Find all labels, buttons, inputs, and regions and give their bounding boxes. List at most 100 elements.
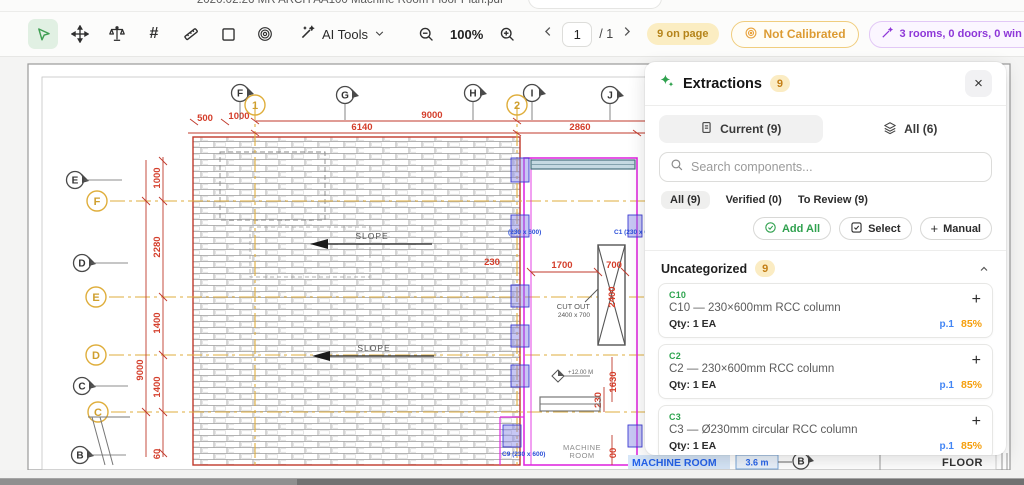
ai-tools-button[interactable]: AI Tools: [299, 24, 385, 44]
component-card[interactable]: C3 C3 — Ø230mm circular RCC column Qty: …: [658, 405, 993, 455]
select-label: Select: [868, 222, 901, 235]
component-confidence: 85%: [960, 379, 982, 391]
svg-text:F: F: [237, 89, 243, 100]
search-icon: [670, 158, 684, 177]
col-label-1: (230 x 600): [508, 229, 541, 236]
titlebar-search-pill[interactable]: [528, 0, 662, 9]
dim-9000-left: 9000: [135, 359, 146, 380]
svg-text:ROOM: ROOM: [569, 451, 594, 460]
tab-all-label: All (6): [904, 122, 938, 136]
rooms-detection-badge[interactable]: 3 rooms, 0 doors, 0 win ×: [868, 20, 1024, 48]
zoom-out-button[interactable]: [411, 19, 441, 49]
scale-calibrate-button[interactable]: [102, 19, 132, 49]
dim-1630: 1630: [608, 371, 619, 392]
component-confidence: 85%: [960, 440, 982, 452]
scale-balance-icon: [108, 25, 126, 43]
hash-icon: #: [149, 25, 159, 42]
section-count-badge: 9: [755, 260, 776, 277]
dim-2400: 2400: [607, 286, 618, 307]
slope-label-1: SLOPE: [355, 231, 388, 241]
bottom-gap: [0, 470, 1024, 478]
dim-1700: 1700: [551, 260, 572, 271]
svg-text:G: G: [341, 91, 349, 102]
component-card[interactable]: C10 C10 — 230×600mm RCC column Qty: 1 EA…: [658, 283, 993, 338]
action-row: Add All Select + Manual: [645, 209, 1006, 251]
add-all-button[interactable]: Add All: [752, 217, 832, 240]
component-page[interactable]: p.1: [940, 380, 954, 391]
component-page[interactable]: p.1: [940, 319, 954, 330]
rooms-badge-label: 3 rooms, 0 doors, 0 win: [899, 28, 1022, 40]
add-component-button[interactable]: +: [972, 292, 981, 308]
filter-verified[interactable]: Verified (0): [726, 194, 782, 206]
dim-230-b: 230: [593, 392, 604, 408]
check-circle-icon: [764, 221, 777, 237]
section-title: Uncategorized: [661, 261, 748, 276]
filter-to-review[interactable]: To Review (9): [798, 194, 868, 206]
add-component-button[interactable]: +: [972, 414, 981, 430]
component-qty: Qty: 1 EA: [669, 440, 717, 452]
svg-text:D: D: [78, 259, 85, 270]
not-calibrated-badge[interactable]: Not Calibrated: [730, 20, 859, 48]
component-list: C10 C10 — 230×600mm RCC column Qty: 1 EA…: [645, 283, 1006, 455]
page-number-input[interactable]: [562, 21, 593, 47]
filter-row: All (9) Verified (0) To Review (9): [645, 182, 1006, 209]
tab-current-label: Current (9): [720, 122, 782, 136]
component-desc: C10 — 230×600mm RCC column: [669, 302, 841, 314]
add-all-label: Add All: [781, 222, 821, 235]
component-code: C3: [669, 412, 681, 422]
dim-2280: 2280: [152, 236, 163, 257]
target-tool-button[interactable]: [250, 19, 280, 49]
cutout-text-2: 2400 x 700: [558, 312, 591, 319]
dim-700: 700: [606, 260, 622, 271]
room-area-label: 3.6 m: [745, 458, 768, 468]
ai-tools-label: AI Tools: [322, 26, 369, 42]
dim-1000-left: 1000: [152, 167, 163, 188]
component-card[interactable]: C2 C2 — 230×600mm RCC column Qty: 1 EA p…: [658, 344, 993, 399]
ruler-measure-button[interactable]: [176, 19, 206, 49]
cutout-text-1: CUT OUT: [557, 302, 591, 311]
extractions-panel: Extractions 9 × Current (9) All (6) All …: [645, 62, 1006, 455]
prev-page-button[interactable]: [542, 25, 555, 43]
search-input[interactable]: [691, 160, 981, 174]
dim-6140: 6140: [351, 122, 372, 133]
louver-band: [530, 159, 636, 170]
search-box[interactable]: [659, 152, 992, 182]
next-page-button[interactable]: [620, 25, 633, 43]
select-button[interactable]: Select: [839, 217, 912, 240]
filter-all[interactable]: All (9): [661, 191, 710, 209]
zoom-in-button[interactable]: [492, 19, 522, 49]
add-component-button[interactable]: +: [972, 353, 981, 369]
move-icon: [71, 25, 89, 43]
tab-current[interactable]: Current (9): [659, 115, 823, 143]
floor-title-label: FLOOR: [942, 457, 983, 469]
document-titlebar: 2020.02.26 MR ARCH AA100 Machine Room Fl…: [0, 0, 1024, 12]
svg-text:E: E: [92, 292, 99, 304]
manual-button[interactable]: + Manual: [919, 217, 992, 240]
svg-text:D: D: [92, 350, 100, 362]
pan-move-button[interactable]: [65, 19, 95, 49]
zoom-in-icon: [499, 26, 516, 43]
tab-all[interactable]: All (6): [829, 115, 993, 143]
svg-text:C: C: [78, 382, 85, 393]
svg-text:B: B: [76, 451, 83, 462]
sparkles-icon: [659, 73, 675, 94]
panel-close-button[interactable]: ×: [965, 70, 992, 97]
detected-room-label: MACHINE ROOM: [632, 457, 717, 469]
dim-2860: 2860: [569, 122, 590, 133]
chevron-up-icon[interactable]: [978, 263, 990, 275]
layers-icon: [883, 121, 897, 138]
svg-text:H: H: [469, 89, 476, 100]
chevron-down-icon: [374, 27, 385, 42]
dim-00: 00: [608, 448, 619, 459]
select-cursor-button[interactable]: [28, 19, 58, 49]
component-code: C10: [669, 290, 687, 300]
grid-count-button[interactable]: #: [139, 19, 169, 49]
target-icon: [256, 25, 274, 43]
component-qty: Qty: 1 EA: [669, 318, 717, 330]
component-page[interactable]: p.1: [940, 441, 954, 452]
section-header-uncategorized[interactable]: Uncategorized 9: [645, 251, 1006, 283]
page-total: / 1: [599, 27, 614, 41]
panel-header: Extractions 9 ×: [645, 62, 1006, 106]
bottom-scrollbar[interactable]: [0, 478, 1024, 485]
rectangle-tool-button[interactable]: [213, 19, 243, 49]
